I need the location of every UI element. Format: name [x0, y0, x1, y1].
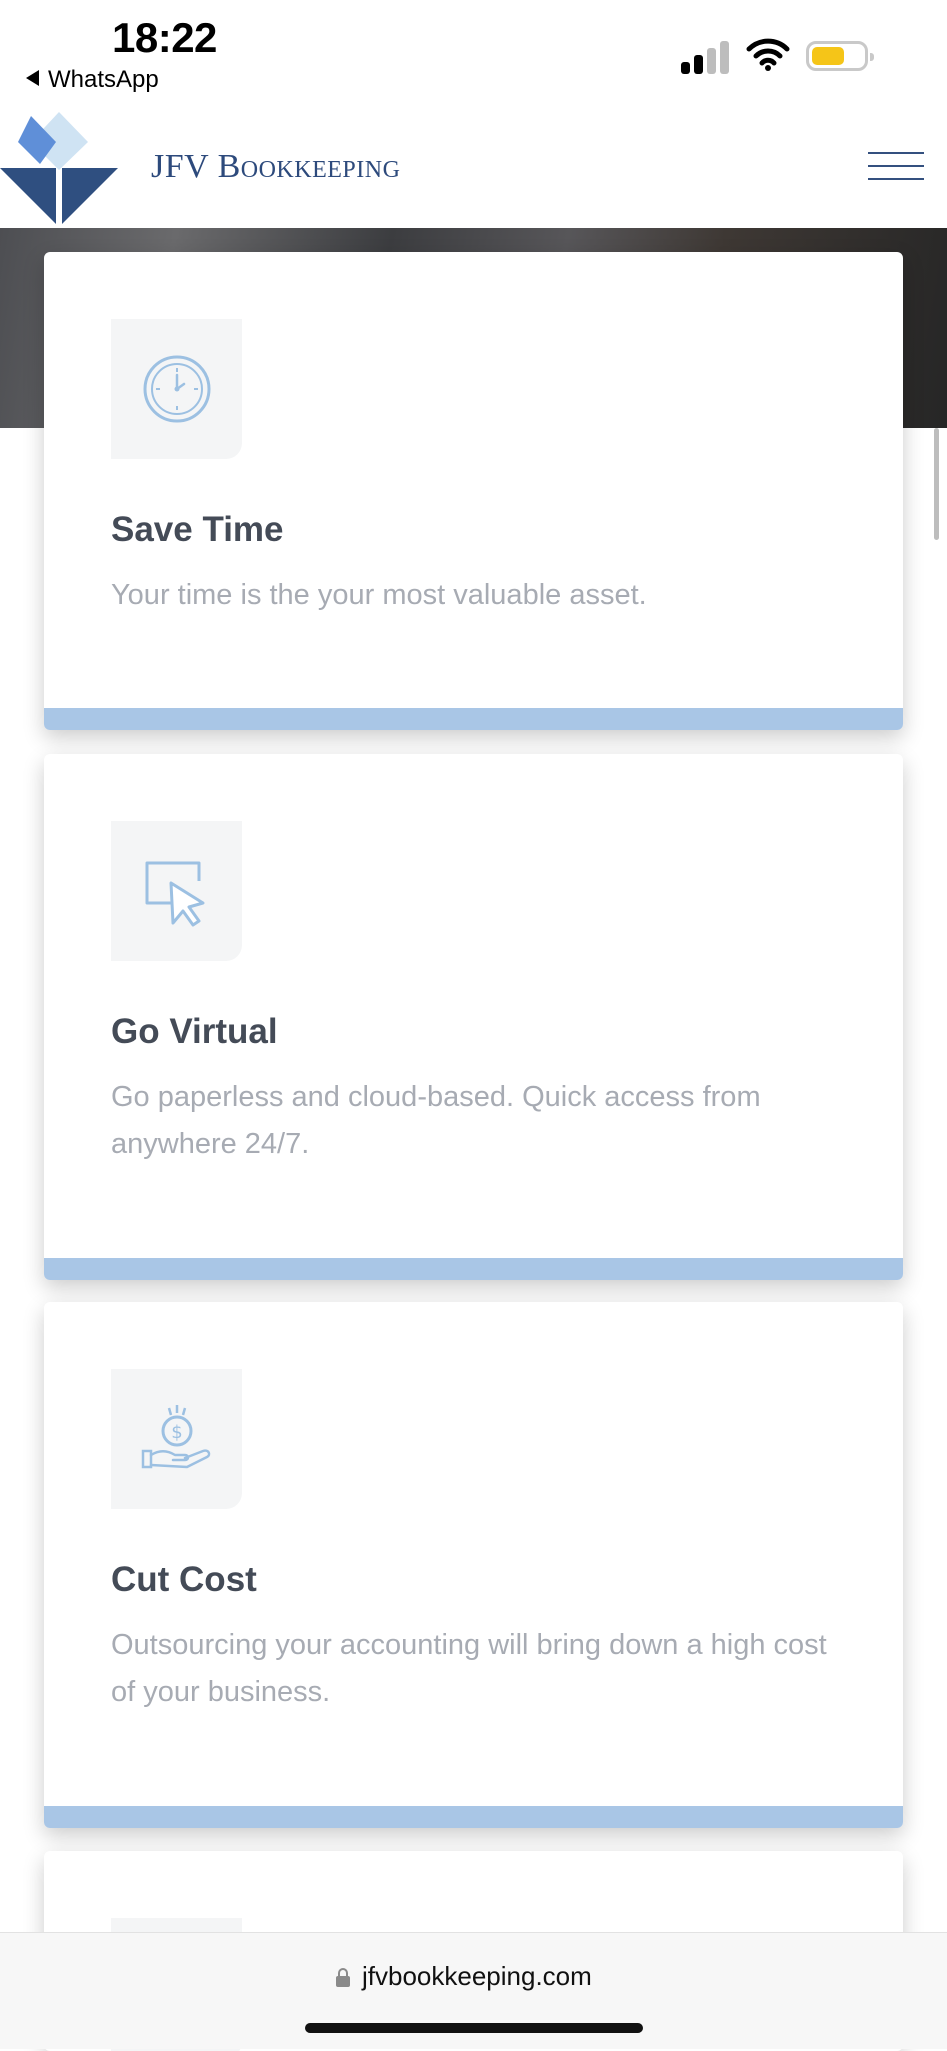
card-description: Go paperless and cloud-based. Quick acce… [111, 1081, 761, 1160]
feature-card-cut-cost: $ Cut Cost Outsourcing your accounting w… [44, 1302, 903, 1828]
url-text[interactable]: jfvbookkeeping.com [362, 1961, 592, 1992]
status-bar: 18:22 WhatsApp [0, 0, 947, 108]
battery-level [812, 47, 844, 65]
hand-coin-icon: $ [141, 1405, 211, 1469]
status-time: 18:22 [112, 14, 217, 61]
card-accent-bar [44, 708, 903, 730]
wifi-icon [746, 38, 790, 71]
card-title: Cut Cost [111, 1560, 257, 1599]
battery-icon [806, 41, 874, 71]
cursor-click-icon [145, 861, 205, 927]
back-app-label: WhatsApp [48, 66, 159, 93]
cellular-signal-icon [681, 40, 731, 74]
card-description: Outsourcing your accounting will bring d… [111, 1629, 827, 1708]
feature-card-save-time: Save Time Your time is the your most val… [44, 252, 903, 730]
feature-icon-box: $ [111, 1369, 242, 1509]
clock-icon [143, 355, 211, 423]
lock-icon [336, 1968, 350, 1987]
battery-tip [870, 53, 874, 61]
back-arrow-icon [26, 70, 39, 86]
feature-icon-box [111, 319, 242, 459]
card-accent-bar [44, 1806, 903, 1828]
home-indicator[interactable] [305, 2023, 643, 2033]
feature-card-go-virtual: Go Virtual Go paperless and cloud-based.… [44, 754, 903, 1280]
card-accent-bar [44, 1258, 903, 1280]
page-scrollbar[interactable] [934, 428, 939, 540]
back-to-app-link[interactable]: WhatsApp [26, 66, 159, 94]
jfv-logo-icon[interactable] [0, 112, 118, 224]
card-title: Go Virtual [111, 1012, 278, 1051]
site-header: JFV Bookkeeping [0, 108, 947, 228]
browser-address-bar[interactable]: jfvbookkeeping.com [0, 1932, 947, 2049]
brand-name[interactable]: JFV Bookkeeping [151, 148, 400, 186]
svg-text:$: $ [171, 1422, 182, 1443]
card-description: Your time is the your most valuable asse… [111, 579, 647, 611]
card-title: Save Time [111, 510, 284, 549]
feature-icon-box [111, 821, 242, 961]
hamburger-menu-icon[interactable] [868, 152, 924, 184]
